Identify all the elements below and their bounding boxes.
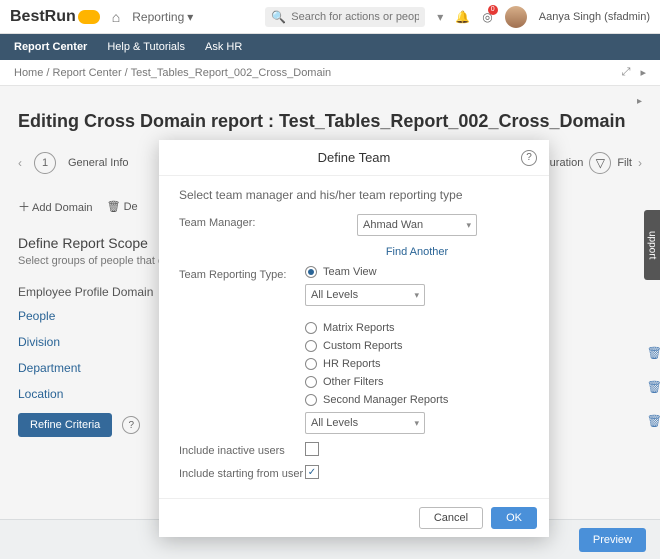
alert-icon[interactable]: ◎0 (482, 10, 492, 24)
team-manager-row: Team Manager: Ahmad Wan ▾ Find Another (179, 214, 529, 258)
search-icon: 🔍 (271, 10, 286, 24)
breadcrumb-path: Home / Report Center / Test_Tables_Repor… (14, 67, 331, 79)
cloud-icon (78, 10, 100, 24)
team-manager-select[interactable]: Ahmad Wan ▾ (357, 214, 477, 236)
home-icon[interactable]: ⌂ (112, 9, 120, 25)
second-mgr-level-select[interactable]: All Levels▾ (305, 412, 425, 434)
opt-second-mgr[interactable]: Second Manager Reports (305, 394, 529, 406)
search-input-wrap[interactable]: 🔍 (265, 7, 425, 27)
next-step-icon[interactable]: › (638, 156, 642, 170)
add-domain-link[interactable]: ＋Add Domain (18, 198, 93, 215)
row-action-3[interactable]: 🗑 (647, 414, 660, 428)
opt-hr[interactable]: HR Reports (305, 358, 529, 370)
step-1-circle[interactable]: 1 (34, 152, 56, 174)
modal-header: Define Team ? (159, 140, 549, 176)
page-title: Editing Cross Domain report : Test_Table… (18, 111, 642, 132)
define-team-modal: Define Team ? Select team manager and hi… (159, 140, 549, 537)
logo: BestRun (10, 8, 100, 26)
bc-home[interactable]: Home (14, 67, 43, 79)
delete-link[interactable]: 🗑 De (107, 200, 138, 213)
include-starting-checkbox[interactable]: ✓ (305, 465, 319, 479)
include-starting-label: Include starting from user (179, 465, 305, 480)
modal-footer: Cancel OK (159, 498, 549, 537)
opt-matrix[interactable]: Matrix Reports (305, 322, 529, 334)
ok-button[interactable]: OK (491, 507, 537, 529)
reporting-label: Reporting (132, 10, 184, 24)
chevron-down-icon: ▾ (466, 220, 471, 231)
topbar: BestRun ⌂ Reporting ▾ 🔍 ▾ 🔔 ◎0 Aanya Sin… (0, 0, 660, 34)
topbar-right: ▾ 🔔 ◎0 Aanya Singh (sfadmin) (437, 6, 650, 28)
username: Aanya Singh (sfadmin) (539, 11, 650, 23)
chevron-down-icon: ▾ (187, 10, 193, 24)
row-action-2[interactable]: 🗑 (647, 380, 660, 394)
chevron-down-icon: ▾ (414, 290, 419, 301)
chevron-down-icon: ▾ (414, 418, 419, 429)
radio-icon (305, 322, 317, 334)
team-manager-value: Ahmad Wan (363, 219, 423, 231)
team-manager-label: Team Manager: (179, 214, 305, 229)
modal-body: Select team manager and his/her team rep… (159, 176, 549, 498)
radio-icon (305, 394, 317, 406)
step-1-label: General Info (68, 157, 129, 169)
filter-circle-icon[interactable]: ▽ (589, 152, 611, 174)
nav-report-center[interactable]: Report Center (14, 41, 87, 53)
prev-step-icon[interactable]: ‹ (18, 156, 22, 170)
bc-current: Test_Tables_Report_002_Cross_Domain (131, 67, 332, 79)
reporting-menu[interactable]: Reporting ▾ (132, 10, 193, 24)
notif-badge: 0 (488, 5, 498, 15)
opt-other[interactable]: Other Filters (305, 376, 529, 388)
find-another-link[interactable]: Find Another (386, 246, 448, 258)
team-reporting-label: Team Reporting Type: (179, 266, 305, 281)
bc-report-center[interactable]: Report Center (53, 67, 122, 79)
include-inactive-checkbox[interactable] (305, 442, 319, 456)
preview-button[interactable]: Preview (579, 528, 646, 552)
play-icon[interactable]: ▸ (640, 66, 646, 79)
nav-ask-hr[interactable]: Ask HR (205, 41, 242, 53)
modal-help-icon[interactable]: ? (521, 150, 537, 166)
notification-icon[interactable]: 🔔 (455, 10, 470, 24)
breadcrumb-actions: ⤢ ▸ (622, 66, 646, 79)
row-action-icons: 🗑 🗑 🗑 (647, 346, 660, 428)
team-view-level-select[interactable]: All Levels▾ (305, 284, 425, 306)
radio-icon (305, 340, 317, 352)
navbar: Report Center Help & Tutorials Ask HR (0, 34, 660, 60)
breadcrumb: Home / Report Center / Test_Tables_Repor… (0, 60, 660, 86)
radio-icon (305, 266, 317, 278)
radio-icon (305, 376, 317, 388)
expand-icon[interactable]: ⤢ (622, 66, 631, 79)
include-starting-row: Include starting from user ✓ (179, 465, 529, 480)
search-input[interactable] (291, 11, 419, 23)
include-inactive-label: Include inactive users (179, 442, 305, 457)
chevron-down-icon[interactable]: ▾ (437, 10, 443, 24)
refine-criteria-button[interactable]: Refine Criteria (18, 413, 112, 437)
plus-icon: ＋ (18, 200, 30, 214)
wizard-right: iguration ▽ Filt › (541, 152, 642, 174)
help-icon[interactable]: ? (122, 416, 140, 434)
support-tab[interactable]: upport (644, 210, 660, 280)
nav-help-tutorials[interactable]: Help & Tutorials (107, 41, 185, 53)
cancel-button[interactable]: Cancel (419, 507, 483, 529)
row-action-1[interactable]: 🗑 (647, 346, 660, 360)
opt-custom[interactable]: Custom Reports (305, 340, 529, 352)
modal-title: Define Team (318, 150, 391, 165)
play-small-icon[interactable]: ▸ (637, 96, 642, 107)
avatar[interactable] (505, 6, 527, 28)
logo-text: BestRun (10, 8, 76, 26)
filter-label: Filt (617, 157, 632, 169)
opt-team-view[interactable]: Team View (305, 266, 529, 278)
include-inactive-row: Include inactive users (179, 442, 529, 457)
team-reporting-row: Team Reporting Type: Team View All Level… (179, 266, 529, 434)
modal-instruction: Select team manager and his/her team rep… (179, 188, 529, 202)
radio-icon (305, 358, 317, 370)
